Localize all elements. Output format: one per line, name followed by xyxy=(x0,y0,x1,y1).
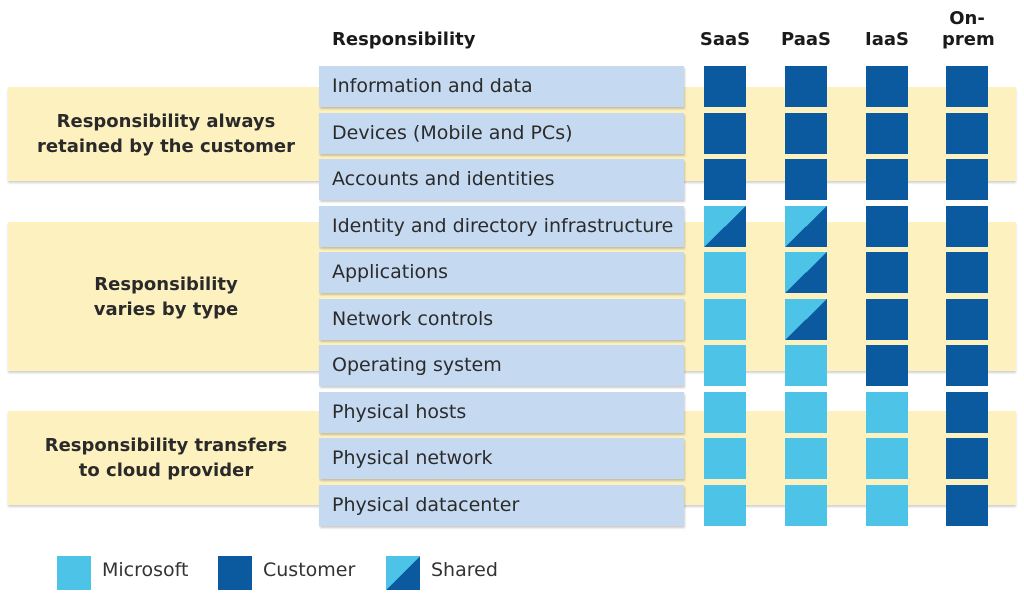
row-label: Physical datacenter xyxy=(319,485,684,526)
row-label: Identity and directory infrastructure xyxy=(319,206,684,247)
cell-customer xyxy=(946,206,988,247)
cell-customer xyxy=(866,159,908,200)
cell-customer xyxy=(866,345,908,386)
responsibility-header: Responsibility xyxy=(332,29,476,50)
cell-microsoft xyxy=(785,345,827,386)
cell-customer xyxy=(704,159,746,200)
cell-microsoft xyxy=(785,392,827,433)
row-label: Physical hosts xyxy=(319,392,684,433)
column-header: IaaS xyxy=(865,29,909,50)
cell-microsoft xyxy=(866,485,908,526)
group-label: Responsibility varies by type xyxy=(8,222,324,371)
group-label-text: Responsibility varies by type xyxy=(93,273,239,320)
cell-microsoft xyxy=(866,438,908,479)
cell-customer xyxy=(704,66,746,107)
cell-customer xyxy=(866,299,908,340)
cell-customer xyxy=(946,485,988,526)
group-label-text: Responsibility always retained by the cu… xyxy=(37,111,295,157)
row-label: Accounts and identities xyxy=(319,159,684,200)
cell-customer xyxy=(946,113,988,154)
legend-swatch-customer xyxy=(218,556,252,590)
legend-swatch-microsoft xyxy=(57,556,91,590)
cell-microsoft xyxy=(704,438,746,479)
cell-customer xyxy=(866,252,908,293)
cell-microsoft xyxy=(785,438,827,479)
row-label: Network controls xyxy=(319,299,684,340)
cell-customer xyxy=(866,206,908,247)
cell-microsoft xyxy=(704,345,746,386)
cell-customer xyxy=(704,113,746,154)
row-label: Operating system xyxy=(319,345,684,386)
cell-customer xyxy=(946,345,988,386)
cell-customer xyxy=(946,252,988,293)
group-label: Responsibility always retained by the cu… xyxy=(8,87,324,181)
legend-label: Customer xyxy=(263,559,356,581)
cell-shared xyxy=(785,252,827,293)
cell-customer xyxy=(946,66,988,107)
cell-shared xyxy=(704,206,746,247)
cell-customer xyxy=(785,66,827,107)
row-label: Devices (Mobile and PCs) xyxy=(319,113,684,154)
cell-microsoft xyxy=(785,485,827,526)
cell-microsoft xyxy=(704,252,746,293)
cell-customer xyxy=(785,113,827,154)
cell-customer xyxy=(866,66,908,107)
row-label: Information and data xyxy=(319,66,684,107)
legend-swatch-shared xyxy=(386,556,420,590)
cell-microsoft xyxy=(866,392,908,433)
cell-microsoft xyxy=(704,392,746,433)
legend-label: Microsoft xyxy=(102,559,189,581)
group-label: Responsibility transfers to cloud provid… xyxy=(8,411,324,505)
cell-customer xyxy=(946,392,988,433)
row-label: Physical network xyxy=(319,438,684,479)
legend-label: Shared xyxy=(431,559,498,581)
group-label-text: Responsibility transfers to cloud provid… xyxy=(44,435,288,481)
cell-customer xyxy=(946,159,988,200)
cell-microsoft xyxy=(704,485,746,526)
column-header: On-prem xyxy=(942,8,995,50)
cell-microsoft xyxy=(704,299,746,340)
column-header: SaaS xyxy=(699,29,751,50)
cell-customer xyxy=(785,159,827,200)
column-header: PaaS xyxy=(781,29,831,50)
row-label: Applications xyxy=(319,252,684,293)
cell-customer xyxy=(946,299,988,340)
cell-shared xyxy=(785,206,827,247)
cell-customer xyxy=(866,113,908,154)
cell-customer xyxy=(946,438,988,479)
cell-shared xyxy=(785,299,827,340)
